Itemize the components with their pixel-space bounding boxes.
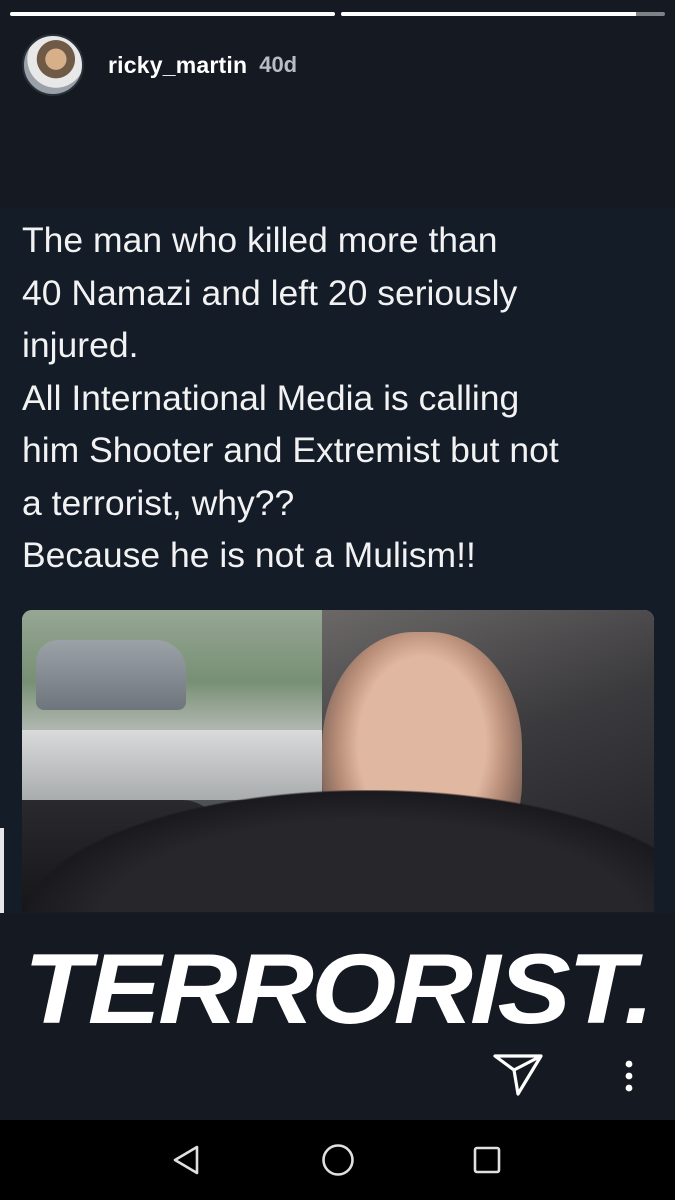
post-text-line: All International Media is calling — [22, 377, 520, 418]
android-navigation-bar — [0, 1120, 675, 1200]
post-text-line: 40 Namazi and left 20 seriously — [22, 272, 518, 313]
avatar[interactable] — [22, 34, 84, 96]
post-text-line: a terrorist, why?? — [22, 482, 295, 523]
story-progress — [10, 12, 665, 16]
edge-artifact — [0, 828, 4, 913]
progress-fill-2 — [340, 12, 636, 16]
terrorist-sticker: TERRORIST. — [23, 933, 655, 1045]
post-text-line: injured. — [22, 325, 139, 365]
back-icon[interactable] — [167, 1140, 207, 1180]
progress-segment-1 — [10, 12, 335, 16]
post-age: 40d — [259, 52, 298, 77]
send-icon[interactable] — [492, 1052, 544, 1098]
post-text-line: The man who killed more than — [22, 220, 498, 260]
post-photo — [22, 610, 654, 912]
story-viewer[interactable]: ricky_martin 40d The man who killed more… — [0, 0, 675, 1120]
post-text-line: him Shooter and Extremist but not — [22, 430, 559, 470]
story-header: ricky_martin 40d — [22, 34, 297, 96]
username[interactable]: ricky_martin — [108, 52, 247, 79]
post-text-line: Because he is not a Mulism!! — [22, 535, 476, 575]
home-icon[interactable] — [318, 1140, 358, 1180]
photo-jacket — [22, 790, 654, 912]
photo-car — [36, 640, 186, 710]
recents-icon[interactable] — [467, 1140, 507, 1180]
post-text: The man who killed more than 40 Namazi a… — [22, 214, 662, 582]
shared-post: The man who killed more than 40 Namazi a… — [0, 208, 675, 913]
more-options-icon[interactable] — [617, 1058, 641, 1094]
progress-fill-1 — [10, 12, 335, 16]
progress-segment-2 — [340, 12, 665, 16]
